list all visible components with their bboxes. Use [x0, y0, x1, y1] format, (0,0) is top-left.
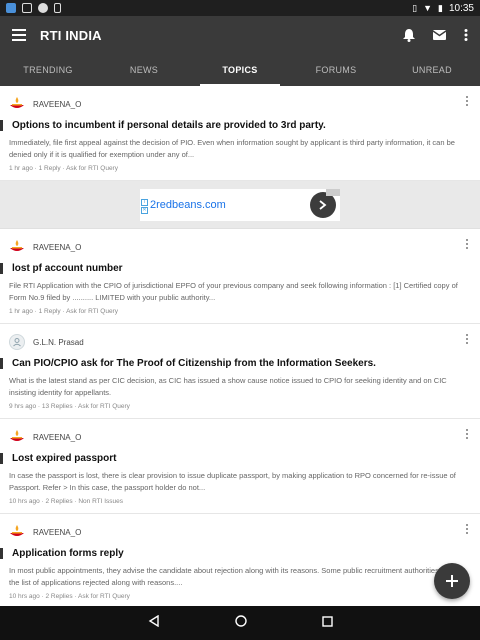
messages-mail-icon[interactable] — [433, 30, 446, 40]
topic-excerpt: File RTI Application with the CPIO of ju… — [9, 281, 458, 302]
more-options-icon[interactable] — [464, 334, 470, 346]
download-notification-icon — [54, 3, 61, 13]
author-name: RAVEENA_O — [33, 99, 82, 109]
tab-forums[interactable]: FORUMS — [288, 54, 384, 86]
topic-meta: 9 hrs ago · 13 Replies · Ask for RTI Que… — [9, 403, 130, 410]
back-icon[interactable] — [148, 614, 160, 632]
app-title: RTI INDIA — [40, 27, 102, 43]
more-options-icon[interactable] — [464, 524, 470, 536]
author-name: G.L.N. Prasad — [33, 337, 84, 347]
system-navigation-bar — [0, 606, 480, 640]
clock: 10:35 — [448, 2, 474, 14]
notifications-bell-icon[interactable] — [403, 28, 415, 42]
status-bar: ▯ ▼ ▮ 10:35 — [0, 0, 480, 16]
author-name: RAVEENA_O — [33, 242, 82, 252]
ad-banner[interactable]: i ✕ 2redbeans.com — [140, 188, 340, 221]
diya-lamp-icon — [9, 524, 25, 540]
topic-excerpt: Immediately, file first appeal against t… — [9, 138, 455, 159]
more-options-icon[interactable] — [464, 239, 470, 251]
author-name: RAVEENA_O — [33, 432, 82, 442]
battery-icon: ▮ — [438, 2, 443, 13]
vibrate-icon: ▯ — [412, 2, 418, 13]
topic-meta: 1 hr ago · 1 Reply · Ask for RTI Query — [9, 165, 118, 172]
topic-meta: 10 hrs ago · 2 Replies · Ask for RTI Que… — [9, 593, 130, 600]
topic-meta: 10 hrs ago · 2 Replies · Non RTI Issues — [9, 498, 124, 505]
image-notification-icon — [22, 3, 32, 13]
ad-label — [326, 188, 340, 196]
person-icon — [9, 334, 25, 350]
topics-feed[interactable]: RAVEENA_O Options to incumbent if person… — [0, 86, 480, 608]
topic-title[interactable]: Application forms reply — [0, 548, 471, 559]
post-author[interactable]: RAVEENA_O — [9, 427, 471, 447]
topic-item[interactable]: RAVEENA_O lost pf account number File RT… — [0, 229, 480, 324]
overflow-menu-icon[interactable] — [464, 29, 468, 41]
diya-lamp-icon — [9, 429, 25, 445]
post-author[interactable]: G.L.N. Prasad — [9, 332, 471, 352]
recents-icon[interactable] — [321, 614, 333, 632]
ad-text[interactable]: 2redbeans.com — [150, 199, 310, 211]
post-author[interactable]: RAVEENA_O — [9, 94, 471, 114]
topic-item[interactable]: G.L.N. Prasad Can PIO/CPIO ask for The P… — [0, 324, 480, 419]
tab-topics[interactable]: TOPICS — [192, 54, 288, 86]
topic-item[interactable]: RAVEENA_O Lost expired passport In case … — [0, 419, 480, 514]
ad-banner-container: i ✕ 2redbeans.com — [0, 181, 480, 229]
post-author[interactable]: RAVEENA_O — [9, 522, 471, 542]
author-name: RAVEENA_O — [33, 527, 82, 537]
diya-lamp-icon — [9, 96, 25, 112]
app-notification-icon — [6, 3, 16, 13]
more-options-icon[interactable] — [464, 96, 470, 108]
topic-excerpt: In most public appointments, they advise… — [9, 566, 465, 587]
home-icon[interactable] — [234, 614, 247, 632]
new-topic-fab-button[interactable] — [434, 563, 470, 599]
topic-excerpt: What is the latest stand as per CIC deci… — [9, 376, 447, 397]
topic-title[interactable]: lost pf account number — [0, 263, 471, 274]
plus-icon — [446, 575, 458, 587]
chat-notification-icon — [38, 3, 48, 13]
tab-news[interactable]: NEWS — [96, 54, 192, 86]
tab-bar: TRENDING NEWS TOPICS FORUMS UNREAD — [0, 54, 480, 86]
menu-icon[interactable] — [12, 29, 26, 41]
topic-title[interactable]: Options to incumbent if personal details… — [0, 120, 471, 131]
topic-item[interactable]: RAVEENA_O Options to incumbent if person… — [0, 86, 480, 181]
more-options-icon[interactable] — [464, 429, 470, 441]
topic-meta: 1 hr ago · 1 Reply · Ask for RTI Query — [9, 308, 118, 315]
post-author[interactable]: RAVEENA_O — [9, 237, 471, 257]
ad-choices-icon[interactable]: i ✕ — [141, 198, 148, 214]
tab-trending[interactable]: TRENDING — [0, 54, 96, 86]
topic-title[interactable]: Can PIO/CPIO ask for The Proof of Citize… — [0, 358, 471, 369]
diya-lamp-icon — [9, 239, 25, 255]
tab-unread[interactable]: UNREAD — [384, 54, 480, 86]
app-bar: RTI INDIA — [0, 16, 480, 54]
topic-title[interactable]: Lost expired passport — [0, 453, 471, 464]
topic-excerpt: In case the passport is lost, there is c… — [9, 471, 456, 492]
topic-item[interactable]: RAVEENA_O Application forms reply In mos… — [0, 514, 480, 608]
wifi-icon: ▼ — [423, 3, 433, 13]
